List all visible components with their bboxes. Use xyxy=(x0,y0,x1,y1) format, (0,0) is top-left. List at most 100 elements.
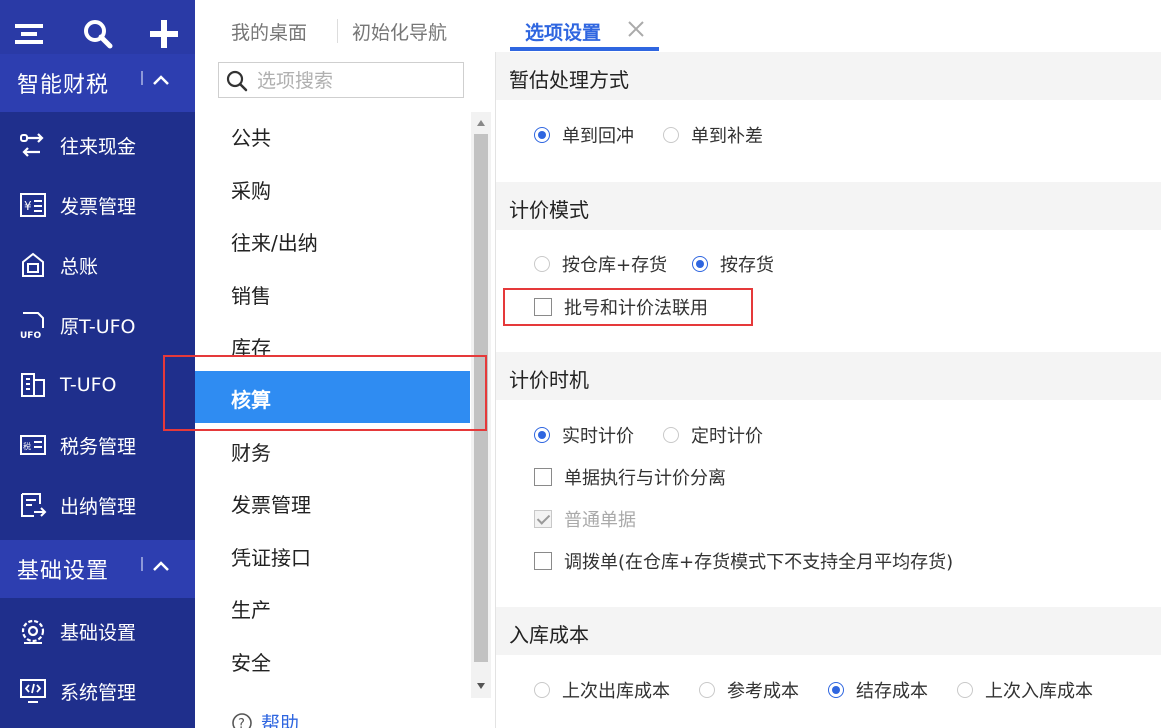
section-header-pricing-mode: 计价模式 xyxy=(496,182,1161,230)
category-item-sales[interactable]: 销售 xyxy=(195,267,470,319)
checkbox-separate-pricing[interactable]: 单据执行与计价分离 xyxy=(534,464,726,490)
option-label: 调拨单(在仓库+存货模式下不支持全月平均存货) xyxy=(564,552,954,573)
option-label: 单到补差 xyxy=(691,126,763,147)
sidebar-item-ledger[interactable]: 总账 xyxy=(0,236,195,294)
sidebar-item-label: 出纳管理 xyxy=(60,495,137,518)
sidebar-item-label: 基础设置 xyxy=(60,621,137,644)
radio-option-last-outbound[interactable]: 上次出库成本 xyxy=(534,677,670,703)
option-label: 上次出库成本 xyxy=(562,681,670,702)
sidebar-group-label: 基础设置 xyxy=(17,559,110,584)
sidebar-item-label: 往来现金 xyxy=(60,135,137,158)
help-label: 帮助 xyxy=(261,713,300,728)
options-panel: 暂估处理方式 单到回冲 单到补差 计价模式 按仓库+存货 按存货 批号和计价法联… xyxy=(496,52,1161,728)
radio-option-balance[interactable]: 结存成本 xyxy=(828,677,928,703)
radio-option-last-inbound[interactable]: 上次入库成本 xyxy=(957,677,1093,703)
radio-button-selected[interactable] xyxy=(828,682,844,698)
settings-gear-icon xyxy=(21,619,45,644)
sidebar-item-basic-settings[interactable]: 基础设置 xyxy=(0,602,195,660)
checkbox-normal-doc: 普通单据 xyxy=(534,506,636,532)
option-label: 上次入库成本 xyxy=(985,681,1093,702)
checkbox[interactable] xyxy=(534,468,552,486)
sidebar-group-basic-settings[interactable]: 基础设置 xyxy=(0,540,195,598)
svg-text:¥: ¥ xyxy=(24,199,32,213)
category-label: 采购 xyxy=(231,179,271,203)
sidebar-item-label: 系统管理 xyxy=(60,681,137,704)
category-label: 发票管理 xyxy=(231,493,311,517)
radio-button[interactable] xyxy=(663,127,679,143)
radio-option-by-stock[interactable]: 按存货 xyxy=(692,251,774,277)
section-header-estimate: 暂估处理方式 xyxy=(496,52,1161,100)
radio-button[interactable] xyxy=(957,682,973,698)
option-label: 单据执行与计价分离 xyxy=(564,468,726,489)
tab-divider xyxy=(337,19,338,43)
category-item-voucher[interactable]: 凭证接口 xyxy=(195,529,470,581)
chevron-up-icon[interactable] xyxy=(152,560,170,572)
help-link[interactable]: ? 帮助 xyxy=(231,709,299,728)
menu-icon[interactable] xyxy=(12,16,48,52)
sidebar-item-old-t-ufo[interactable]: UFO 原T-UFO xyxy=(0,296,195,354)
checkbox[interactable] xyxy=(534,552,552,570)
sidebar-item-system[interactable]: 系统管理 xyxy=(0,662,195,720)
section-title: 暂估处理方式 xyxy=(509,68,629,92)
ledger-icon xyxy=(22,252,44,277)
radio-option-single-reverse[interactable]: 单到回冲 xyxy=(534,122,634,148)
search-icon[interactable] xyxy=(80,16,116,52)
radio-option-realtime[interactable]: 实时计价 xyxy=(534,422,634,448)
section-title: 计价时机 xyxy=(509,368,589,392)
tab-init-guide[interactable]: 初始化导航 xyxy=(352,18,447,45)
category-item-production[interactable]: 生产 xyxy=(195,581,470,633)
scroll-up-icon[interactable] xyxy=(476,119,486,127)
category-item-ar-cashier[interactable]: 往来/出纳 xyxy=(195,214,470,266)
radio-option-by-warehouse[interactable]: 按仓库+存货 xyxy=(534,251,667,277)
radio-button-selected[interactable] xyxy=(534,427,550,443)
radio-button[interactable] xyxy=(699,682,715,698)
option-search-input[interactable] xyxy=(255,66,459,96)
tax-icon: 税 xyxy=(20,435,46,455)
sidebar-item-transfer-cash[interactable]: 往来现金 xyxy=(0,116,195,174)
svg-text:UFO: UFO xyxy=(20,331,41,340)
tab-desktop[interactable]: 我的桌面 xyxy=(231,18,307,45)
radio-option-reference[interactable]: 参考成本 xyxy=(699,677,799,703)
radio-option-scheduled[interactable]: 定时计价 xyxy=(663,422,763,448)
sidebar-item-label: 原T-UFO xyxy=(60,315,136,338)
category-item-public[interactable]: 公共 xyxy=(195,109,470,161)
category-label: 生产 xyxy=(231,598,271,622)
scroll-down-icon[interactable] xyxy=(476,682,486,690)
option-search-box xyxy=(218,62,464,98)
radio-button-selected[interactable] xyxy=(692,256,708,272)
category-item-finance[interactable]: 财务 xyxy=(195,424,470,476)
radio-button-selected[interactable] xyxy=(534,127,550,143)
sidebar-item-label: 发票管理 xyxy=(60,195,137,218)
active-tab-indicator xyxy=(510,47,659,51)
sidebar-item-cashier[interactable]: 出纳管理 xyxy=(0,476,195,534)
radio-button[interactable] xyxy=(534,256,550,272)
close-icon[interactable] xyxy=(626,19,646,39)
radio-button[interactable] xyxy=(663,427,679,443)
sidebar-item-invoice[interactable]: ¥ 发票管理 xyxy=(0,176,195,234)
category-item-invoice[interactable]: 发票管理 xyxy=(195,476,470,528)
sidebar-group-smart-finance[interactable]: 智能财税 xyxy=(0,54,195,112)
tab-bar: 我的桌面 初始化导航 选项设置 xyxy=(195,0,1161,53)
category-label: 安全 xyxy=(231,651,271,675)
plus-icon[interactable] xyxy=(146,16,182,52)
checkbox-checked-disabled xyxy=(534,510,552,528)
chevron-up-icon[interactable] xyxy=(152,74,170,86)
section-header-inbound-cost: 入库成本 xyxy=(496,607,1161,655)
option-label: 实时计价 xyxy=(562,426,634,447)
radio-option-single-diff[interactable]: 单到补差 xyxy=(663,122,763,148)
sidebar-item-label: T-UFO xyxy=(60,374,117,396)
question-icon: ? xyxy=(232,712,252,728)
svg-text:税: 税 xyxy=(23,441,31,451)
cashier-icon xyxy=(21,493,47,517)
svg-text:?: ? xyxy=(238,717,245,728)
checkbox-transfer-doc[interactable]: 调拨单(在仓库+存货模式下不支持全月平均存货) xyxy=(534,548,953,574)
category-item-purchase[interactable]: 采购 xyxy=(195,162,470,214)
category-label: 销售 xyxy=(231,284,271,308)
building-icon xyxy=(21,373,45,397)
tab-options-settings[interactable]: 选项设置 xyxy=(525,18,601,45)
radio-button[interactable] xyxy=(534,682,550,698)
category-item-security[interactable]: 安全 xyxy=(195,634,470,686)
category-label: 凭证接口 xyxy=(231,546,311,570)
system-monitor-icon xyxy=(20,679,46,703)
option-label: 按仓库+存货 xyxy=(562,255,668,276)
